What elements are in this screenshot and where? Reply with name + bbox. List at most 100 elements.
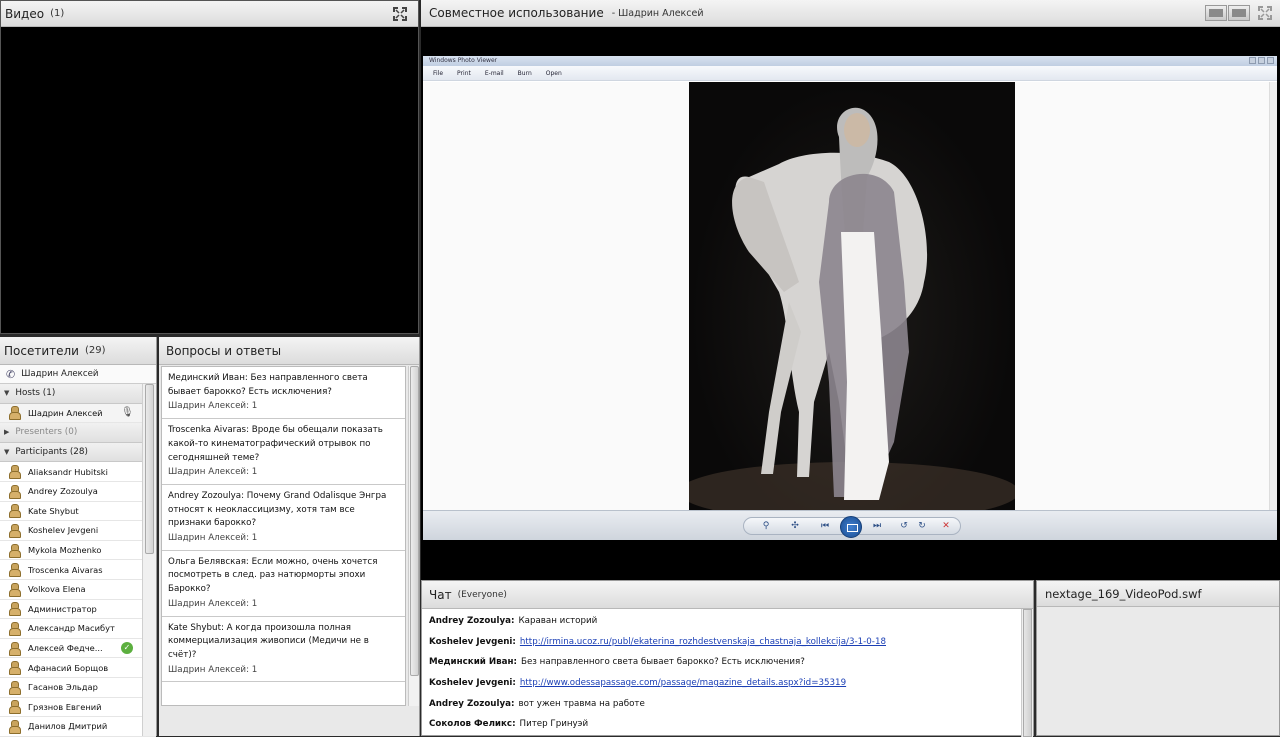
qa-answer: Шадрин Алексей: 1	[168, 598, 258, 609]
qa-answer: Шадрин Алексей: 1	[168, 533, 258, 544]
participant-row[interactable]: Troscenka Aivaras	[0, 560, 156, 580]
participant-icon	[8, 582, 21, 597]
attendees-count: (29)	[84, 345, 106, 356]
participant-icon	[8, 523, 21, 538]
participant-icon	[8, 719, 21, 734]
participant-row[interactable]: Kate Shybut	[0, 502, 156, 522]
chat-message: Koshelev Jevgeni: http://irmina.ucoz.ru/p…	[422, 632, 1033, 653]
participant-name: Александр Масибут	[28, 623, 115, 634]
participant-row[interactable]: Афанасий Борщов	[0, 658, 156, 678]
participant-icon	[8, 484, 21, 499]
participant-name: Kate Shybut	[28, 505, 79, 516]
participant-icon	[8, 700, 21, 715]
participant-name: Troscenka Aivaras	[28, 564, 103, 575]
qa-list: Мединский Иван: Без направленного света …	[161, 366, 406, 706]
participant-row[interactable]: Алексей Федче... ✓	[0, 639, 156, 659]
qa-item[interactable]: Ольга Белявская: Если можно, очень хочет…	[162, 551, 405, 617]
participant-name: Гасанов Эльдар	[28, 682, 98, 693]
chat-pod: Чат (Everyone) Andrey Zozoulya: Караван и…	[421, 580, 1034, 737]
chat-scrollbar[interactable]	[1021, 609, 1033, 737]
qa-answer: Шадрин Алексей: 1	[168, 467, 258, 478]
participant-icon	[8, 621, 21, 636]
participant-row[interactable]: Гасанов Эльдар	[0, 678, 156, 698]
menu-print[interactable]: Print	[457, 70, 471, 77]
menu-file[interactable]: File	[433, 70, 443, 77]
swf-pod-title: nextage_169_VideoPod.swf	[1045, 586, 1202, 601]
participants-section[interactable]: ▼ Participants (28)	[0, 442, 156, 463]
host-row[interactable]: Шадрин Алексей 🎙	[0, 403, 156, 424]
participant-row[interactable]: Aliaksandr Hubitski	[0, 462, 156, 482]
viewer-title-bar: Windows Photo Viewer	[423, 56, 1277, 66]
chat-message: Koshelev Jevgeni: http://www.odessapassag…	[422, 673, 1033, 694]
slideshow-button[interactable]	[840, 516, 862, 538]
participant-icon	[8, 602, 21, 617]
chat-message: Andrey Zozoulya: вот ужен травма на работ…	[422, 693, 1033, 714]
chat-author: Соколов Феликс:	[429, 719, 516, 730]
checkmark-icon: ✓	[121, 642, 133, 655]
menu-burn[interactable]: Burn	[518, 70, 532, 77]
chat-text: вот ужен травма на работе	[518, 698, 645, 709]
menu-email[interactable]: E-mail	[485, 70, 504, 77]
chat-text: Без направленного света бывает барокко? …	[521, 657, 805, 668]
viewer-title: Windows Photo Viewer	[429, 57, 498, 64]
fullscreen-icon[interactable]	[1257, 5, 1273, 21]
microphone-icon[interactable]: 🎙	[121, 407, 134, 418]
participant-row[interactable]: Volkova Elena	[0, 580, 156, 600]
viewer-scrollbar[interactable]	[1269, 82, 1277, 510]
qa-question: Kate Shybut: А когда произошла полная ко…	[168, 622, 369, 660]
share-pod-presenter: - Шадрин Алексей	[611, 7, 704, 19]
participants-list: Aliaksandr Hubitski Andrey Zozoulya Kate S…	[0, 462, 156, 737]
participant-row[interactable]: Andrey Zozoulya	[0, 482, 156, 502]
delete-icon[interactable]: ✕	[940, 520, 952, 532]
rotate-right-icon[interactable]: ↻	[916, 520, 928, 532]
participant-row[interactable]: Данилов Дмитрий	[0, 717, 156, 737]
chat-link[interactable]: http://irmina.ucoz.ru/publ/ekaterina_roz…	[520, 637, 886, 647]
fit-icon[interactable]: ✣	[788, 520, 802, 532]
participant-icon	[8, 641, 21, 656]
my-status-row[interactable]: ✆ Шадрин Алексей	[0, 365, 156, 384]
participant-row[interactable]: Грязнов Евгений	[0, 698, 156, 718]
shared-photo	[689, 82, 1015, 510]
participant-icon	[8, 504, 21, 519]
layout-fit-button[interactable]	[1205, 5, 1227, 21]
participant-row[interactable]: Koshelev Jevgeni	[0, 521, 156, 541]
scroll-thumb[interactable]	[410, 366, 419, 676]
minimize-icon	[1249, 57, 1256, 64]
participant-name: Mykola Mozhenko	[28, 545, 102, 556]
participant-name: Грязнов Евгений	[28, 701, 102, 712]
scroll-thumb[interactable]	[145, 384, 154, 554]
qa-item[interactable]: Andrey Zozoulya: Почему Grand Odalisque …	[162, 485, 405, 551]
rotate-left-icon[interactable]: ↺	[898, 520, 910, 532]
zoom-icon[interactable]: ⚲	[758, 520, 774, 532]
participant-row[interactable]: Mykola Mozhenko	[0, 541, 156, 561]
hosts-section[interactable]: ▼ Hosts (1)	[0, 384, 156, 404]
scroll-thumb[interactable]	[1023, 609, 1032, 737]
layout-fullsize-button[interactable]	[1228, 5, 1250, 21]
qa-scrollbar[interactable]	[408, 366, 419, 706]
chat-link[interactable]: http://www.odessapassage.com/passage/mag…	[520, 678, 846, 688]
qa-question: Andrey Zozoulya: Почему Grand Odalisque …	[168, 490, 387, 529]
participant-row[interactable]: Администратор	[0, 600, 156, 620]
previous-icon[interactable]: ⏮	[818, 520, 832, 532]
next-icon[interactable]: ⏭	[870, 520, 884, 532]
presenters-section[interactable]: ▶ Presenters (0)	[0, 423, 156, 443]
participant-icon	[8, 661, 21, 676]
collapse-icon: ▼	[4, 448, 10, 457]
qa-item[interactable]: Мединский Иван: Без направленного света …	[162, 367, 405, 420]
attendees-scrollbar[interactable]	[142, 384, 156, 736]
attendees-title: Посетители	[4, 343, 79, 358]
qa-item[interactable]: Troscenka Aivaras: Вроде бы обещали пока…	[162, 419, 405, 485]
chat-message: Мединский Иван: Без направленного света б…	[422, 652, 1033, 673]
qa-item[interactable]: Kate Shybut: А когда произошла полная ко…	[162, 617, 405, 683]
video-pod: Видео (1)	[0, 0, 419, 334]
collapse-icon: ▼	[4, 389, 10, 398]
menu-open[interactable]: Open	[546, 70, 562, 77]
window-buttons	[1249, 57, 1274, 64]
my-name: Шадрин Алексей	[21, 369, 99, 379]
participant-row[interactable]: Александр Масибут	[0, 619, 156, 639]
expand-icon: ▶	[4, 428, 10, 437]
fullscreen-icon[interactable]	[392, 6, 408, 22]
viewer-control-bar: ⚲ ✣ ⏮ ⏭ ↺ ↻ ✕	[743, 516, 961, 538]
chat-messages: Andrey Zozoulya: Караван историй Koshelev …	[422, 609, 1033, 735]
viewer-body	[423, 82, 1277, 510]
